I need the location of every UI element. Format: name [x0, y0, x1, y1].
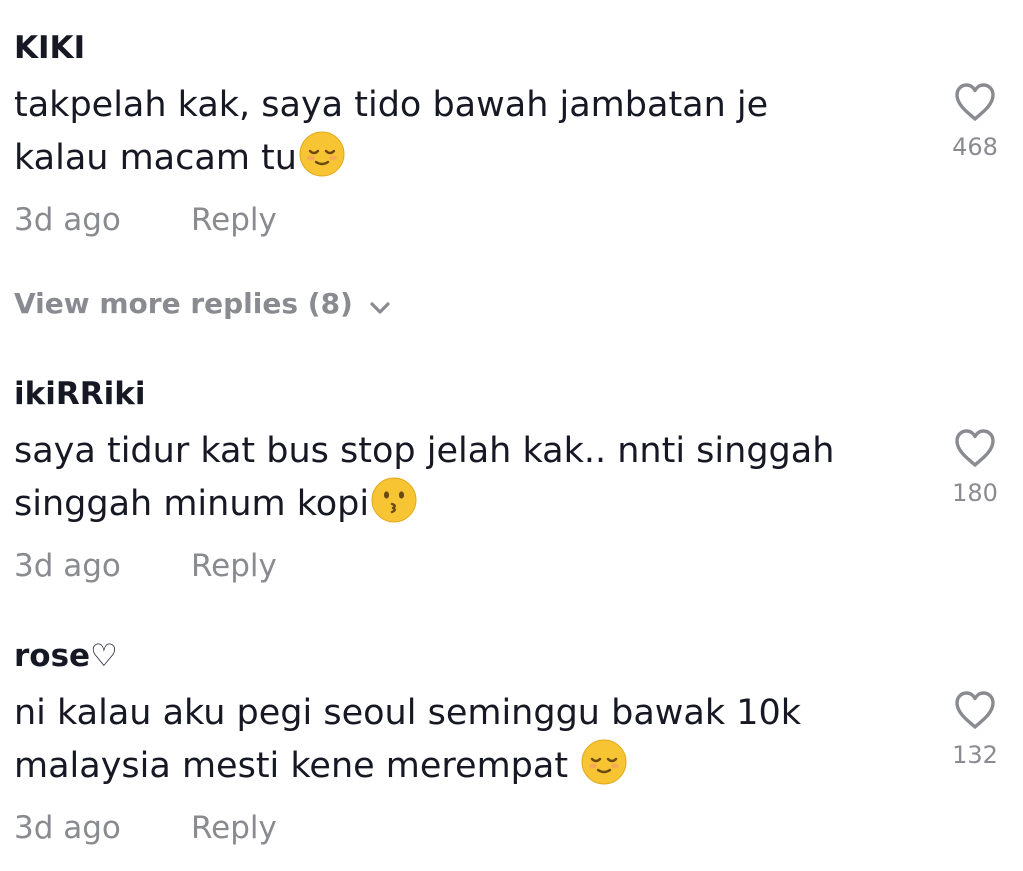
kissing-face-emoji: [371, 477, 417, 523]
relieved-face-emoji: [581, 739, 627, 785]
comment-text-line: malaysia mesti kene merempat: [14, 739, 894, 790]
comment-3: rose♡ ni kalau aku pegi seoul seminggu b…: [14, 638, 1009, 846]
comment-2: ikiRRiki saya tidur kat bus stop jelah k…: [14, 376, 1009, 584]
comment-text: saya tidur kat bus stop jelah kak.. nnti…: [14, 426, 894, 528]
heart-outline-icon: [955, 429, 995, 467]
reply-button[interactable]: Reply: [191, 810, 277, 846]
comment-timestamp: 3d ago: [14, 202, 121, 238]
comment-text-line-2: singgah minum kopi: [14, 484, 370, 524]
comment-text-line: singgah minum kopi: [14, 477, 894, 528]
comment-meta: 3d ago Reply: [14, 546, 277, 586]
view-more-replies-button[interactable]: View more replies (8): [14, 286, 391, 322]
comment-meta: 3d ago Reply: [14, 808, 277, 848]
comment-text: ni kalau aku pegi seoul seminggu bawak 1…: [14, 688, 894, 790]
comment-1: KIKI takpelah kak, saya tido bawah jamba…: [14, 30, 1009, 238]
chevron-down-icon: [370, 302, 390, 314]
comment-timestamp: 3d ago: [14, 548, 121, 584]
comment-username[interactable]: ikiRRiki: [14, 376, 1009, 412]
like-button[interactable]: 180: [945, 428, 1005, 506]
reply-button[interactable]: Reply: [191, 202, 277, 238]
comment-text-line: ni kalau aku pegi seoul seminggu bawak 1…: [14, 693, 802, 733]
comment-text-line: saya tidur kat bus stop jelah kak.. nnti…: [14, 431, 835, 471]
like-button[interactable]: 132: [945, 690, 1005, 768]
comment-username[interactable]: KIKI: [14, 30, 1009, 66]
like-button[interactable]: 468: [945, 82, 1005, 160]
comment-text-line: kalau macam tu: [14, 131, 894, 182]
heart-outline-icon: [955, 691, 995, 729]
comment-username[interactable]: rose♡: [14, 638, 1009, 674]
comment-text-line-2: malaysia mesti kene merempat: [14, 746, 580, 786]
comment-text: takpelah kak, saya tido bawah jambatan j…: [14, 80, 894, 182]
like-count: 132: [952, 741, 998, 769]
comment-text-line-2: kalau macam tu: [14, 138, 297, 178]
like-count: 180: [952, 479, 998, 507]
reply-button[interactable]: Reply: [191, 548, 277, 584]
like-count: 468: [952, 133, 998, 161]
comment-timestamp: 3d ago: [14, 810, 121, 846]
view-more-replies-label: View more replies (8): [14, 287, 353, 320]
comment-meta: 3d ago Reply: [14, 200, 277, 240]
relieved-face-emoji: [299, 131, 345, 177]
heart-outline-icon: [955, 83, 995, 121]
comment-text-line: takpelah kak, saya tido bawah jambatan j…: [14, 85, 769, 125]
